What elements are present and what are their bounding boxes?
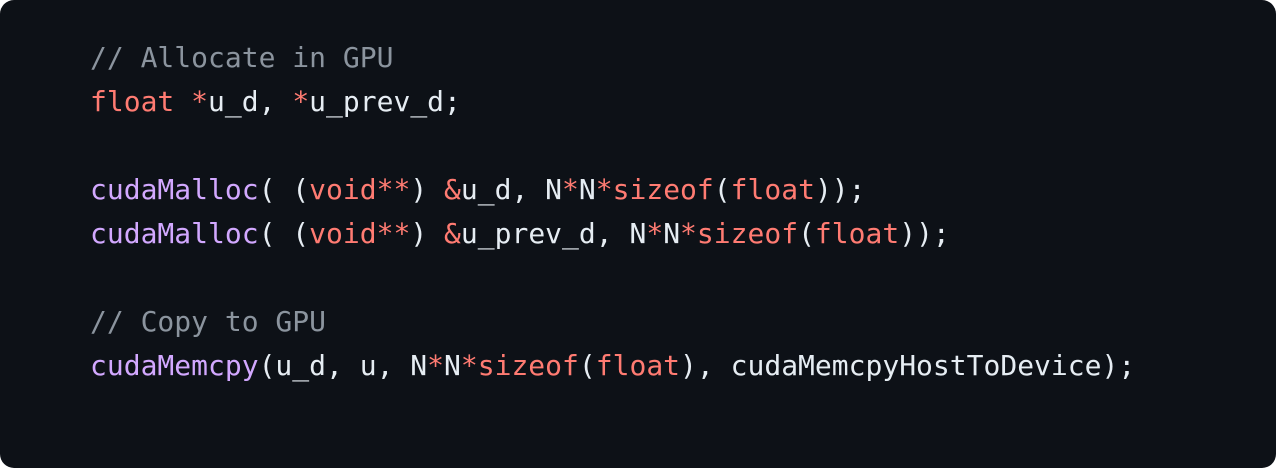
code-line: // Allocate in GPU (90, 36, 1276, 80)
code-keyword: void** (309, 173, 411, 206)
code-text: ( (713, 173, 731, 206)
code-keyword: * (562, 173, 579, 206)
code-text: N (444, 349, 461, 382)
code-text: ), cudaMemcpyHostToDevice); (680, 349, 1136, 382)
code-text: ( ( (258, 217, 310, 250)
code-text: u_d, N (460, 173, 563, 206)
code-keyword: *sizeof (680, 217, 799, 250)
code-text: u_prev_d; (309, 85, 461, 118)
code-keyword: void** (309, 217, 411, 250)
code-keyword: & (444, 173, 461, 206)
code-keyword: *sizeof (595, 173, 714, 206)
code-function-name: cudaMemcpy (90, 349, 259, 382)
code-keyword: & (444, 217, 461, 250)
code-text: )); (814, 173, 866, 206)
code-text: (u_d, u, N (258, 349, 428, 382)
code-text: ( (798, 217, 815, 250)
code-block: // Allocate in GPU float *u_d, *u_prev_d;… (0, 0, 1276, 468)
code-keyword: * (646, 217, 664, 250)
code-keyword: float (595, 349, 681, 382)
code-line: // Copy to GPU (90, 300, 1276, 344)
code-text: ( (578, 349, 596, 382)
code-text: )); (899, 217, 950, 250)
code-keyword: float (814, 217, 900, 250)
code-function-name: cudaMalloc (90, 217, 259, 250)
code-keyword: * (292, 85, 310, 118)
code-keyword: float (90, 85, 175, 118)
code-keyword: float (730, 173, 815, 206)
code-text: ) (410, 173, 445, 206)
code-text: u_prev_d, N (460, 217, 647, 250)
code-line: cudaMalloc( (void**) &u_d, N*N*sizeof(fl… (90, 168, 1276, 212)
code-text: ( ( (258, 173, 310, 206)
code-comment: // Allocate in GPU (90, 41, 394, 74)
code-line: cudaMalloc( (void**) &u_prev_d, N*N*size… (90, 212, 1276, 256)
code-keyword: * (191, 85, 209, 118)
code-text: u_d, (208, 85, 293, 118)
code-text: ) (410, 217, 445, 250)
code-keyword: * (427, 349, 445, 382)
code-line: cudaMemcpy(u_d, u, N*N*sizeof(float), cu… (90, 344, 1276, 388)
code-function-name: cudaMalloc (90, 173, 259, 206)
code-text: N (578, 173, 596, 206)
code-comment: // Copy to GPU (90, 305, 327, 338)
code-text: N (663, 217, 681, 250)
code-keyword: *sizeof (460, 349, 579, 382)
code-line: float *u_d, *u_prev_d; (90, 80, 1276, 124)
